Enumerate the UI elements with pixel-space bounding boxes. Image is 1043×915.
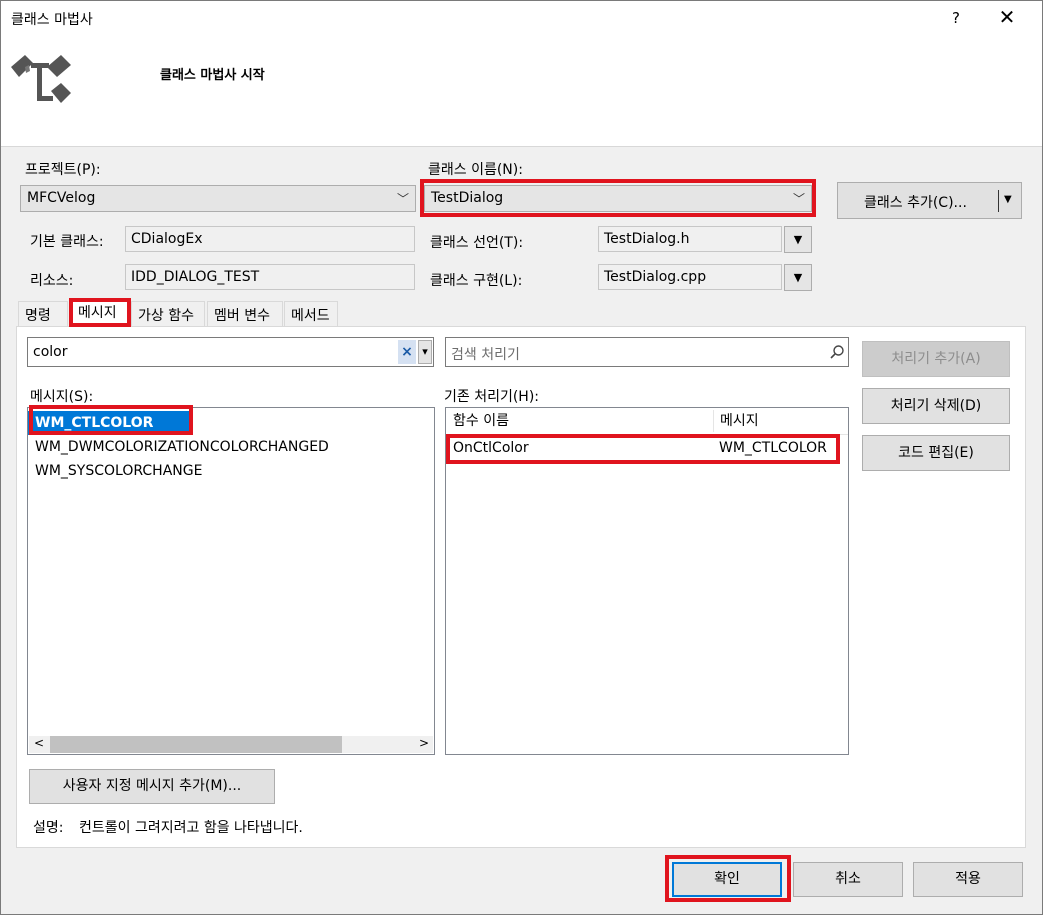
description-label: 설명:: [33, 820, 64, 836]
project-combo[interactable]: MFCVelog ﹀: [20, 185, 416, 212]
class-impl-field: TestDialog.cpp: [598, 264, 782, 290]
cancel-button[interactable]: 취소: [793, 862, 903, 897]
column-header-message[interactable]: 메시지: [713, 408, 848, 435]
edit-code-button[interactable]: 코드 편집(E): [862, 435, 1010, 471]
description-text: 컨트롤이 그려지려고 함을 나타냅니다.: [79, 820, 303, 836]
add-class-button-label: 클래스 추가(C)...: [864, 195, 967, 211]
scroll-left-icon[interactable]: <: [34, 736, 44, 750]
scroll-right-icon[interactable]: >: [419, 736, 429, 750]
delete-handler-button[interactable]: 처리기 삭제(D): [862, 388, 1010, 424]
messages-label: 메시지(S):: [30, 389, 94, 405]
handler-search-input[interactable]: 검색 처리기: [445, 337, 849, 367]
clear-filter-icon[interactable]: ×: [398, 340, 416, 364]
apply-button[interactable]: 적용: [913, 862, 1023, 897]
add-class-button[interactable]: 클래스 추가(C)... ▼: [837, 182, 1022, 219]
add-custom-message-button[interactable]: 사용자 지정 메시지 추가(M)...: [29, 769, 275, 804]
project-label: 프로젝트(P):: [25, 162, 101, 178]
add-handler-button[interactable]: 처리기 추가(A): [862, 341, 1010, 377]
messages-hscroll[interactable]: < >: [29, 736, 433, 753]
tab-commands[interactable]: 명령: [18, 301, 68, 326]
title-bar: [1, 1, 1042, 35]
header-title: 클래스 마법사 시작: [160, 68, 265, 83]
existing-handlers-label: 기존 처리기(H):: [444, 389, 540, 405]
handler-row-highlight: [446, 434, 840, 464]
message-filter-input[interactable]: color: [27, 337, 434, 367]
class-name-label: 클래스 이름(N):: [428, 162, 523, 178]
help-button[interactable]: ?: [950, 9, 962, 27]
window-title: 클래스 마법사: [11, 12, 93, 28]
list-item[interactable]: WM_SYSCOLORCHANGE: [28, 459, 434, 483]
split-divider: [998, 190, 999, 212]
class-impl-dropdown[interactable]: ▼: [784, 264, 812, 291]
project-value: MFCVelog: [27, 190, 96, 206]
resource-field: IDD_DIALOG_TEST: [125, 264, 415, 290]
resource-label: 리소스:: [30, 273, 74, 289]
close-button[interactable]: ✕: [996, 5, 1018, 29]
list-item[interactable]: WM_DWMCOLORIZATIONCOLORCHANGED: [28, 435, 434, 459]
filter-dropdown-icon[interactable]: ▾: [418, 340, 432, 364]
messages-tab-highlight: [69, 298, 131, 327]
message-filter-value: color: [33, 344, 68, 360]
class-decl-label: 클래스 선언(T):: [430, 235, 524, 251]
tab-member-variables[interactable]: 멤버 변수: [207, 301, 283, 326]
base-class-field: CDialogEx: [125, 226, 415, 252]
tab-methods[interactable]: 메서드: [284, 301, 338, 326]
header-band: [1, 35, 1042, 147]
ok-button-highlight: [665, 855, 791, 902]
dropdown-arrow-icon[interactable]: ▼: [1004, 194, 1012, 205]
tab-virtual-functions[interactable]: 가상 함수: [131, 301, 205, 326]
column-header-function[interactable]: 함수 이름: [446, 408, 713, 435]
base-class-label: 기본 클래스:: [30, 234, 104, 250]
class-decl-dropdown[interactable]: ▼: [784, 226, 812, 253]
class-decl-field: TestDialog.h: [598, 226, 782, 252]
class-name-highlight: [420, 179, 816, 217]
class-impl-label: 클래스 구현(L):: [430, 273, 523, 289]
search-icon: [830, 345, 844, 359]
scroll-thumb[interactable]: [50, 736, 342, 753]
class-wizard-icon: [11, 55, 71, 103]
wm-ctlcolor-highlight: [29, 405, 193, 435]
messages-list[interactable]: WM_CTLCOLOR WM_DWMCOLORIZATIONCOLORCHANG…: [27, 407, 435, 755]
chevron-down-icon: ﹀: [396, 192, 409, 206]
